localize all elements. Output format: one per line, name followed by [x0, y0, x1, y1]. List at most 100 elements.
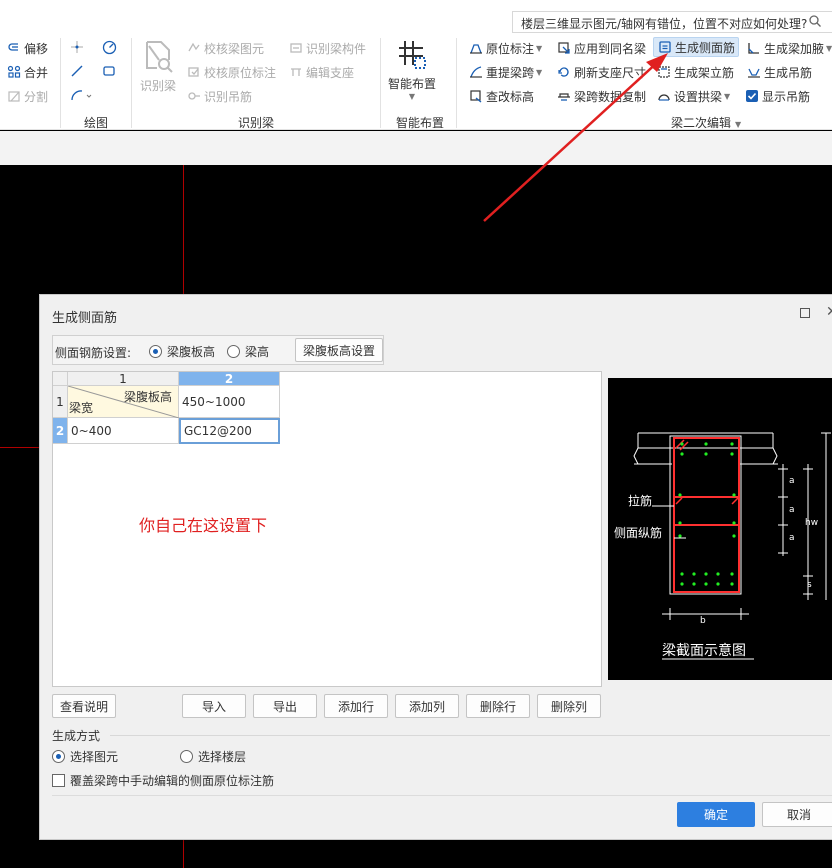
side-bar-setting-label: 侧面钢筋设置:: [55, 346, 132, 360]
maximize-icon[interactable]: [800, 308, 810, 318]
check-beam-icon: [186, 41, 201, 56]
draw-group-label: 绘图: [84, 116, 109, 130]
check-beam-element-button[interactable]: 校核梁图元: [186, 38, 264, 58]
search-icon[interactable]: [808, 14, 822, 28]
radio-beam-height[interactable]: 梁高: [227, 343, 269, 360]
edit-support-button[interactable]: 编辑支座: [288, 62, 354, 82]
smart-group-label: 智能布置: [396, 116, 445, 130]
span-copy-icon: [556, 89, 571, 104]
ok-button[interactable]: 确定: [677, 802, 755, 827]
merge-button[interactable]: 合并: [6, 62, 48, 82]
checkbox-unchecked-icon: [52, 774, 65, 787]
point-icon[interactable]: [70, 40, 84, 57]
table-corner: [53, 372, 68, 386]
cancel-button[interactable]: 取消: [762, 802, 832, 827]
refresh-support-size-button[interactable]: 刷新支座尺寸: [556, 62, 646, 82]
haunch-icon: [746, 41, 761, 56]
check-original-mark-button[interactable]: 校核原位标注: [186, 62, 276, 82]
dim-a-label: a: [789, 533, 795, 543]
edit-elevation-icon: [468, 89, 483, 104]
apply-same-name-beam-button[interactable]: 应用到同名梁: [556, 38, 646, 58]
dim-hw-label: hw: [805, 518, 819, 528]
generate-side-bar-dialog: 生成侧面筋 ✕ 侧面钢筋设置: 梁腹板高 梁高 梁腹板高设置 1 2 1 梁腹板…: [39, 294, 832, 840]
diagonal-header-cell: 梁腹板高 梁宽: [68, 386, 179, 418]
arc-icon[interactable]: [70, 88, 92, 105]
row-header-2[interactable]: 2: [53, 418, 68, 444]
import-button[interactable]: 导入: [182, 694, 246, 718]
recognize-beam-icon: [146, 41, 173, 73]
recognize-beam-button[interactable]: 识别梁: [138, 38, 178, 94]
export-button[interactable]: 导出: [253, 694, 317, 718]
view-help-button[interactable]: 查看说明: [52, 694, 116, 718]
column-header-1[interactable]: 1: [68, 372, 179, 386]
rectangle-icon[interactable]: [102, 64, 116, 81]
annotation-note: 你自己在这设置下: [139, 516, 268, 535]
hanger-icon: [746, 65, 761, 80]
ribbon-separator: [131, 38, 132, 128]
beam-edit-group-label[interactable]: 梁二次编辑 ▼: [671, 114, 741, 131]
split-button[interactable]: 分割: [6, 86, 48, 106]
secondary-toolbar: [0, 131, 832, 165]
re-extract-span-icon: [468, 65, 483, 80]
chevron-down-icon: ▼: [735, 120, 742, 129]
radio-select-floor[interactable]: 选择楼层: [180, 748, 246, 765]
erect-bar-icon: [656, 65, 671, 80]
override-manual-mark-checkbox[interactable]: 覆盖梁跨中手动编辑的侧面原位标注筋: [52, 772, 274, 789]
add-column-button[interactable]: 添加列: [395, 694, 459, 718]
generate-erect-bar-button[interactable]: 生成架立筋: [656, 62, 734, 82]
edit-support-icon: [288, 65, 303, 80]
arch-beam-icon: [656, 89, 671, 104]
side-longitudinal-bar-label: 侧面纵筋: [614, 526, 663, 540]
split-icon: [6, 89, 21, 104]
re-extract-span-button[interactable]: 重提梁跨 ▼: [468, 62, 542, 82]
dim-b-label: b: [700, 616, 706, 626]
delete-column-button[interactable]: 删除列: [537, 694, 601, 718]
selected-table-cell[interactable]: GC12@200: [179, 418, 280, 444]
apply-same-name-icon: [556, 41, 571, 56]
top-bar: 楼层三维显示图元/轴网有错位，位置不对应如何处理?: [0, 0, 832, 34]
line-icon[interactable]: [70, 64, 84, 81]
recognize-hanger-icon: [186, 89, 201, 104]
circle-draw-icon[interactable]: [102, 40, 117, 58]
footer-divider: [52, 795, 832, 796]
show-hanger-checkbox[interactable]: 显示吊筋: [744, 86, 810, 106]
set-arch-beam-button[interactable]: 设置拱梁 ▼: [656, 86, 730, 106]
generate-hanger-button[interactable]: 生成吊筋: [746, 62, 812, 82]
generation-mode-label: 生成方式: [52, 729, 101, 743]
table-cell[interactable]: 0~400: [68, 418, 179, 444]
span-data-copy-button[interactable]: 梁跨数据复制: [556, 86, 646, 106]
generate-beam-haunch-button[interactable]: 生成梁加腋 ▼: [746, 38, 832, 58]
chevron-down-icon[interactable]: ▼: [826, 44, 832, 53]
radio-selected-icon: [52, 750, 65, 763]
web-height-setting-button[interactable]: 梁腹板高设置: [295, 338, 383, 362]
chevron-down-icon[interactable]: ▼: [536, 68, 542, 77]
close-icon[interactable]: ✕: [826, 304, 832, 320]
column-header-2[interactable]: 2: [179, 372, 280, 386]
smart-layout-button[interactable]: 智能布置 ▼: [386, 38, 438, 101]
tie-bar-label: 拉筋: [628, 494, 653, 508]
help-search-text: 楼层三维显示图元/轴网有错位，位置不对应如何处理?: [521, 17, 808, 31]
dim-a-label: a: [789, 505, 795, 515]
recognize-hanger-button[interactable]: 识别吊筋: [186, 86, 252, 106]
ribbon-separator: [60, 38, 61, 128]
edit-elevation-button[interactable]: 查改标高: [468, 86, 534, 106]
radio-web-height[interactable]: 梁腹板高: [149, 343, 215, 360]
original-mark-button[interactable]: 原位标注 ▼: [468, 38, 542, 58]
merge-icon: [6, 65, 21, 80]
chevron-down-icon[interactable]: ▼: [724, 92, 730, 101]
radio-select-element[interactable]: 选择图元: [52, 748, 118, 765]
row-header-1[interactable]: 1: [53, 386, 68, 418]
table-cell[interactable]: 450~1000: [179, 386, 280, 418]
offset-button[interactable]: 偏移: [6, 38, 48, 58]
add-row-button[interactable]: 添加行: [324, 694, 388, 718]
help-search-box[interactable]: 楼层三维显示图元/轴网有错位，位置不对应如何处理?: [512, 11, 832, 33]
generate-side-bar-button[interactable]: 生成侧面筋: [653, 37, 740, 57]
check-mark-icon: [186, 65, 201, 80]
recognize-beam-member-button[interactable]: 识别梁构件: [288, 38, 366, 58]
smart-layout-icon: [399, 41, 426, 69]
chevron-down-icon[interactable]: ▼: [536, 44, 542, 53]
delete-row-button[interactable]: 删除行: [466, 694, 530, 718]
side-bar-table: 1 2 1 梁腹板高 梁宽 450~1000 2 0~400 GC12@200 …: [52, 371, 602, 687]
refresh-icon: [556, 65, 571, 80]
recognize-member-icon: [288, 41, 303, 56]
